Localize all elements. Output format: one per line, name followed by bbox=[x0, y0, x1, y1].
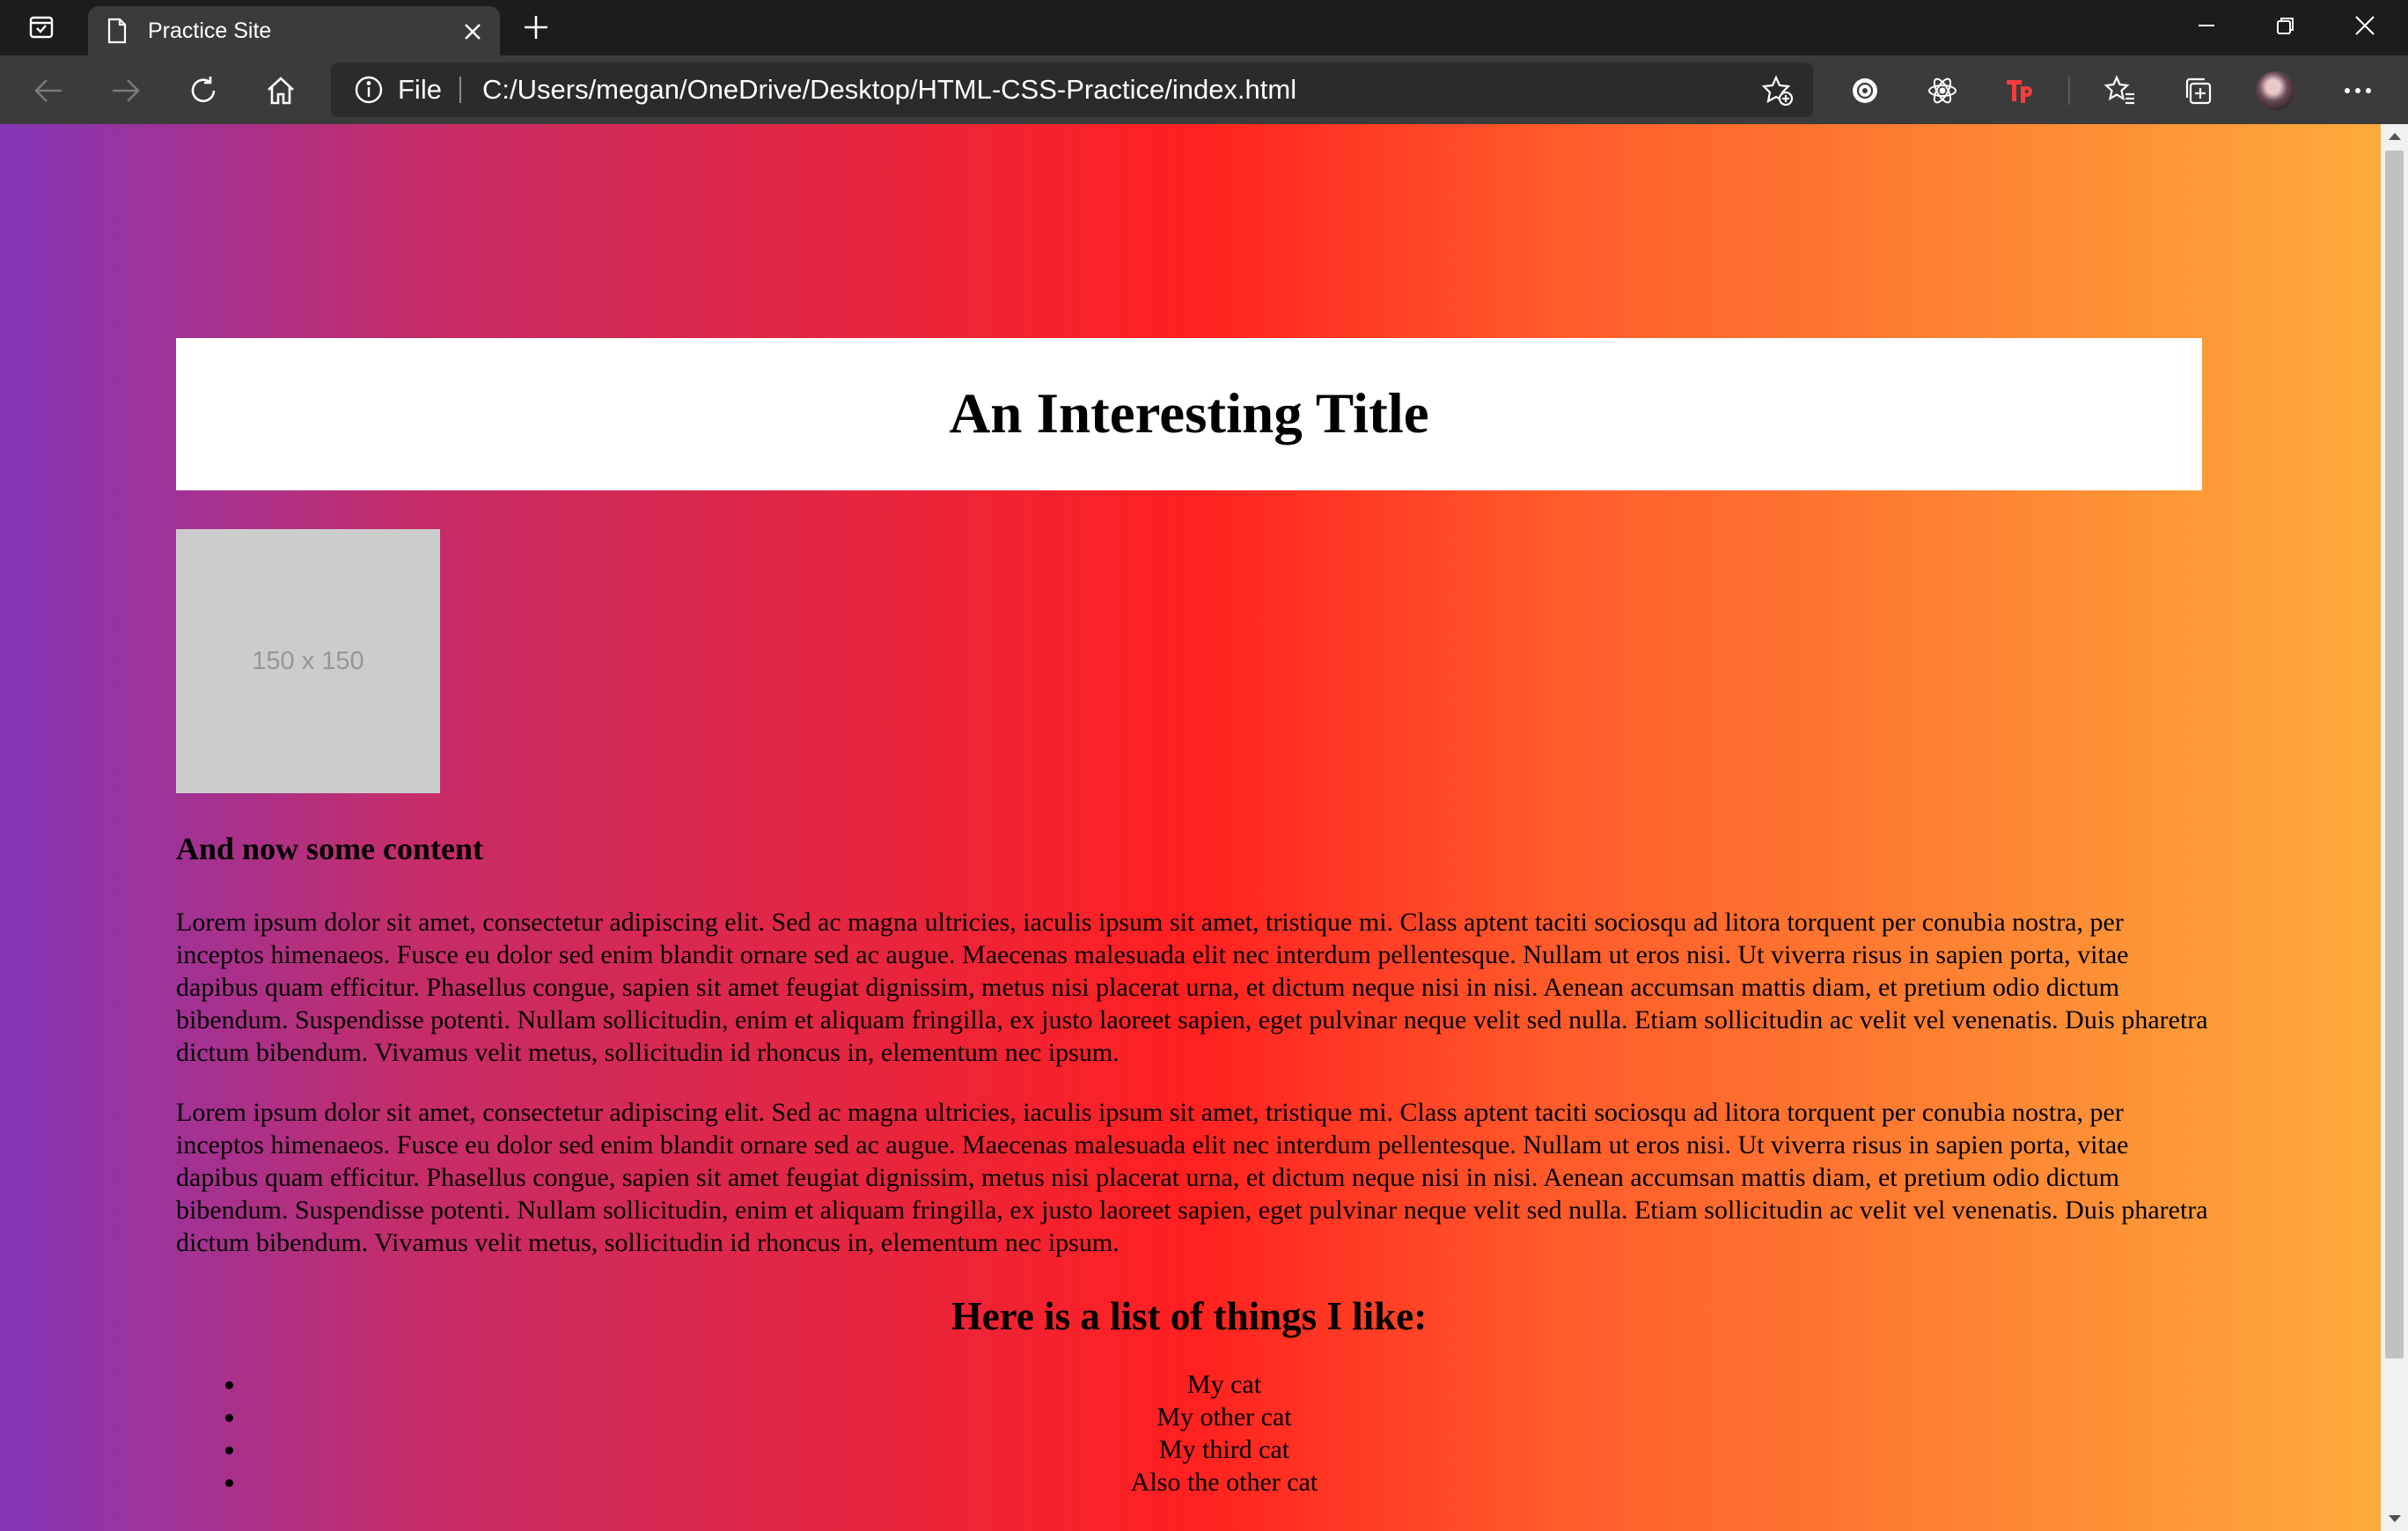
content-heading: And now some content bbox=[176, 831, 484, 866]
plus-icon bbox=[525, 16, 547, 39]
back-button[interactable] bbox=[28, 70, 69, 111]
address-divider bbox=[459, 77, 461, 103]
tp-extension-icon bbox=[2007, 80, 2032, 103]
refresh-icon bbox=[191, 77, 216, 103]
close-window-button[interactable] bbox=[2325, 0, 2404, 51]
info-icon[interactable] bbox=[354, 75, 384, 105]
document-icon bbox=[104, 17, 130, 45]
title-bar: Practice Site bbox=[0, 0, 2408, 55]
browser-toolbar: File C:/Users/megan/OneDrive/Desktop/HTM… bbox=[0, 55, 2408, 124]
forward-icon bbox=[113, 79, 140, 102]
list-item: Also the other cat bbox=[246, 1466, 2202, 1498]
minimize-button[interactable] bbox=[2167, 0, 2246, 51]
minimize-icon bbox=[2199, 25, 2214, 26]
list-item: My other cat bbox=[246, 1401, 2202, 1433]
restore-button[interactable] bbox=[2246, 0, 2325, 51]
react-devtools-button[interactable] bbox=[1922, 70, 1963, 111]
tp-extension-button[interactable] bbox=[2000, 70, 2040, 111]
tab-close-icon[interactable] bbox=[458, 17, 488, 47]
tab-actions-button[interactable] bbox=[21, 11, 62, 44]
favorites-icon bbox=[2104, 75, 2134, 105]
list-item: My cat bbox=[246, 1368, 2202, 1401]
favorites-button[interactable] bbox=[2100, 70, 2140, 111]
restore-icon bbox=[2277, 18, 2294, 34]
tab-title: Practice Site bbox=[148, 18, 272, 43]
add-favorite-icon[interactable] bbox=[1762, 75, 1794, 107]
close-icon bbox=[2355, 16, 2375, 35]
tab-actions-icon bbox=[29, 16, 54, 39]
title-banner: An Interesting Title bbox=[176, 338, 2202, 490]
list-item: My third cat bbox=[246, 1433, 2202, 1466]
placeholder-image-label: 150 x 150 bbox=[252, 646, 364, 675]
page-title: An Interesting Title bbox=[949, 382, 1429, 445]
scroll-down-arrow-icon[interactable] bbox=[2381, 1506, 2408, 1531]
refresh-button[interactable] bbox=[183, 70, 224, 111]
forward-button[interactable] bbox=[106, 70, 146, 111]
page-viewport: An Interesting Title 150 x 150 And now s… bbox=[0, 124, 2381, 1531]
vertical-scrollbar[interactable] bbox=[2381, 124, 2408, 1531]
profile-avatar bbox=[2256, 71, 2294, 110]
home-icon bbox=[268, 77, 294, 105]
tab-practice-site[interactable]: Practice Site bbox=[88, 6, 500, 55]
scrollbar-thumb[interactable] bbox=[2385, 151, 2404, 1358]
placeholder-image: 150 x 150 bbox=[176, 529, 440, 793]
address-bar[interactable]: File C:/Users/megan/OneDrive/Desktop/HTM… bbox=[331, 63, 1813, 117]
list-heading: Here is a list of things I like: bbox=[951, 1294, 1428, 1338]
back-icon bbox=[34, 79, 62, 102]
home-button[interactable] bbox=[261, 70, 301, 111]
more-icon bbox=[2345, 88, 2371, 93]
more-button[interactable] bbox=[2338, 70, 2378, 111]
react-devtools-icon bbox=[1928, 77, 1956, 104]
extension-button[interactable] bbox=[1845, 70, 1885, 111]
paragraph-2: Lorem ipsum dolor sit amet, consectetur … bbox=[176, 1098, 2208, 1257]
new-tab-button[interactable] bbox=[516, 9, 556, 46]
likes-list: My cat My other cat My third cat Also th… bbox=[176, 1368, 2202, 1498]
toolbar-divider bbox=[2068, 77, 2070, 105]
url-text[interactable]: C:/Users/megan/OneDrive/Desktop/HTML-CSS… bbox=[482, 63, 1296, 117]
paragraph-1: Lorem ipsum dolor sit amet, consectetur … bbox=[176, 908, 2208, 1067]
extension-icon bbox=[1853, 78, 1877, 103]
profile-button[interactable] bbox=[2255, 70, 2295, 111]
collections-button[interactable] bbox=[2177, 70, 2218, 111]
collections-icon bbox=[2185, 77, 2212, 105]
scroll-up-arrow-icon[interactable] bbox=[2381, 124, 2408, 149]
url-scheme-label: File bbox=[398, 74, 442, 105]
